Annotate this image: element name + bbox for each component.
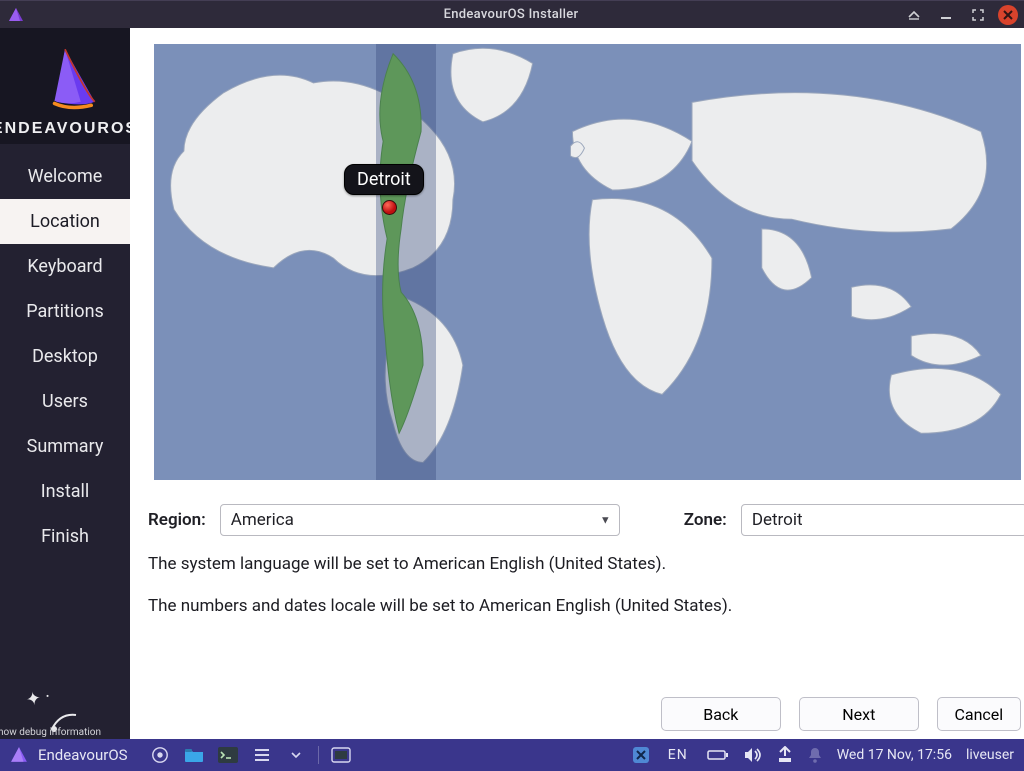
- minimize-icon: [939, 8, 953, 22]
- close-icon: [1003, 10, 1013, 20]
- triangle-logo-icon: [8, 7, 24, 23]
- minimize-button[interactable]: [934, 5, 958, 25]
- window-titlebar: EndeavourOS Installer: [0, 0, 1024, 28]
- keyboard-layout-indicator[interactable]: EN: [663, 746, 693, 764]
- map-pin[interactable]: [382, 200, 397, 215]
- zone-select[interactable]: Detroit: [741, 504, 1024, 536]
- world-map-icon: [154, 44, 1021, 480]
- chevron-down-icon: ▼: [600, 514, 611, 527]
- sidebar-item-users[interactable]: Users: [0, 379, 130, 424]
- menu-icon[interactable]: [250, 745, 274, 765]
- close-button[interactable]: [998, 5, 1018, 25]
- maximize-icon: [972, 9, 984, 21]
- triangle-logo-icon: [10, 746, 28, 764]
- window-switcher-icon[interactable]: [329, 745, 353, 765]
- map-pin-label: Detroit: [344, 164, 424, 195]
- sidebar-item-summary[interactable]: Summary: [0, 424, 130, 469]
- sidebar-item-partitions[interactable]: Partitions: [0, 289, 130, 334]
- sidebar-item-location[interactable]: Location: [0, 199, 130, 244]
- language-info: The system language will be set to Ameri…: [148, 554, 1021, 574]
- current-user[interactable]: liveuser: [966, 747, 1014, 763]
- browser-icon[interactable]: [148, 745, 172, 765]
- wizard-buttons: Back Next Cancel: [661, 697, 1021, 731]
- chevron-up-icon: [907, 8, 921, 22]
- battery-icon[interactable]: [707, 748, 729, 762]
- updates-icon[interactable]: [777, 746, 793, 764]
- notifications-icon[interactable]: [807, 746, 823, 764]
- zone-value: Detroit: [752, 510, 803, 530]
- debug-information-label[interactable]: how debug information: [0, 726, 103, 739]
- back-button[interactable]: Back: [661, 697, 781, 731]
- sidebar-item-install[interactable]: Install: [0, 469, 130, 514]
- tool-icon[interactable]: [631, 745, 651, 765]
- zone-label: Zone:: [684, 510, 727, 530]
- main-panel: Detroit Region: America ▼ Zone: Detroit …: [130, 28, 1024, 739]
- chevron-down-icon[interactable]: [284, 745, 308, 765]
- sidebar-item-keyboard[interactable]: Keyboard: [0, 244, 130, 289]
- brand-logo: ENDEAVOUROS: [0, 28, 130, 144]
- sidebar: ENDEAVOUROS WelcomeLocationKeyboardParti…: [0, 28, 130, 739]
- sidebar-item-desktop[interactable]: Desktop: [0, 334, 130, 379]
- triangle-logo-icon: [29, 44, 101, 114]
- sidebar-item-welcome[interactable]: Welcome: [0, 154, 130, 199]
- shade-button[interactable]: [902, 5, 926, 25]
- region-select[interactable]: America ▼: [220, 504, 620, 536]
- region-value: America: [231, 510, 294, 530]
- cancel-button[interactable]: Cancel: [937, 697, 1021, 731]
- taskbar[interactable]: EndeavourOS EN Wed 17 Nov, 17:56 liveuse…: [0, 739, 1024, 771]
- region-label: Region:: [148, 510, 206, 530]
- clock[interactable]: Wed 17 Nov, 17:56: [837, 747, 952, 763]
- file-manager-icon[interactable]: [182, 745, 206, 765]
- locale-info: The numbers and dates locale will be set…: [148, 596, 1021, 616]
- brand-name: ENDEAVOUROS: [0, 120, 138, 138]
- sidebar-item-finish[interactable]: Finish: [0, 514, 130, 559]
- separator: [318, 746, 319, 764]
- terminal-icon[interactable]: [216, 745, 240, 765]
- timezone-map[interactable]: Detroit: [148, 38, 1024, 486]
- volume-icon[interactable]: [743, 747, 763, 763]
- next-button[interactable]: Next: [799, 697, 919, 731]
- window-title: EndeavourOS Installer: [444, 7, 579, 22]
- decoration-stars-icon: ✦ ·: [24, 686, 52, 711]
- taskbar-app-name[interactable]: EndeavourOS: [38, 746, 128, 764]
- maximize-button[interactable]: [966, 5, 990, 25]
- app-icon: [6, 5, 26, 25]
